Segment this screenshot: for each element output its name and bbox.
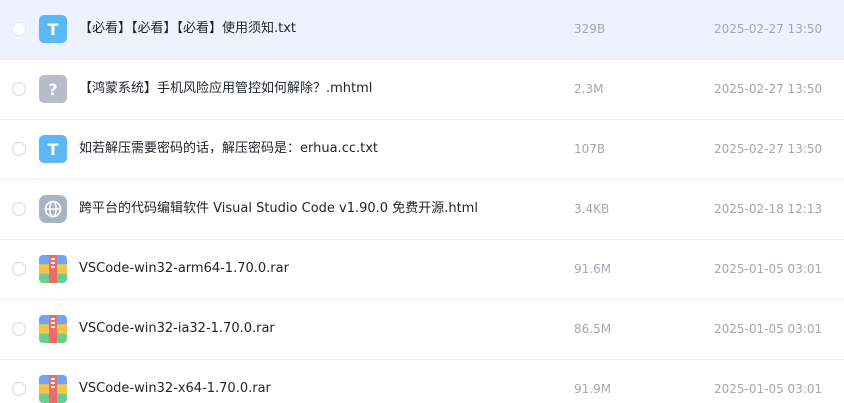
file-row-4[interactable]: VSCode-win32-arm64-1.70.0.rar 91.6M 2025… — [0, 240, 844, 300]
txt-file-icon-graphic: T — [39, 135, 67, 163]
file-date: 2025-02-27 13:50 — [714, 82, 823, 96]
row-checkbox[interactable] — [12, 142, 26, 156]
rar-archive-icon — [39, 255, 67, 283]
row-checkbox[interactable] — [12, 262, 26, 276]
file-row-6[interactable]: VSCode-win32-x64-1.70.0.rar 91.9M 2025-0… — [0, 360, 844, 403]
rar-archive-icon-graphic — [39, 255, 67, 283]
rar-archive-icon — [39, 315, 67, 343]
rar-archive-icon-graphic — [39, 375, 67, 403]
txt-file-icon-graphic: T — [39, 15, 67, 43]
row-checkbox[interactable] — [12, 202, 26, 216]
globe-icon — [39, 195, 67, 223]
file-name[interactable]: 跨平台的代码编辑软件 Visual Studio Code v1.90.0 免费… — [79, 200, 478, 218]
rar-archive-icon-graphic — [39, 315, 67, 343]
file-name[interactable]: 如若解压需要密码的话，解压密码是：erhua.cc.txt — [79, 140, 378, 158]
file-size: 107B — [574, 142, 606, 156]
unknown-icon-glyph: ? — [48, 80, 57, 99]
file-name[interactable]: VSCode-win32-ia32-1.70.0.rar — [79, 320, 275, 338]
txt-icon-glyph: T — [48, 140, 59, 159]
txt-file-icon: T — [39, 135, 67, 163]
file-date: 2025-01-05 03:01 — [714, 382, 823, 396]
file-date: 2025-02-27 13:50 — [714, 142, 823, 156]
file-size: 86.5M — [574, 322, 612, 336]
file-date: 2025-02-18 12:13 — [714, 202, 823, 216]
file-size: 91.6M — [574, 262, 612, 276]
file-size: 91.9M — [574, 382, 612, 396]
file-row-3[interactable]: 跨平台的代码编辑软件 Visual Studio Code v1.90.0 免费… — [0, 180, 844, 240]
file-name[interactable]: VSCode-win32-x64-1.70.0.rar — [79, 380, 271, 398]
txt-icon-glyph: T — [48, 20, 59, 39]
row-checkbox[interactable] — [12, 322, 26, 336]
txt-file-icon: T — [39, 15, 67, 43]
file-row-0[interactable]: T 【必看】【必看】【必看】使用须知.txt 329B 2025-02-27 1… — [0, 0, 844, 60]
html-file-icon — [39, 195, 67, 223]
file-date: 2025-01-05 03:01 — [714, 322, 823, 336]
unknown-file-icon: ? — [39, 75, 67, 103]
unknown-file-icon-graphic: ? — [39, 75, 67, 103]
file-date: 2025-01-05 03:01 — [714, 262, 823, 276]
file-name[interactable]: 【必看】【必看】【必看】使用须知.txt — [79, 20, 296, 38]
file-size: 3.4KB — [574, 202, 610, 216]
file-name[interactable]: 【鸿蒙系统】手机风险应用管控如何解除？.mhtml — [79, 80, 372, 98]
rar-archive-icon — [39, 375, 67, 403]
file-row-2[interactable]: T 如若解压需要密码的话，解压密码是：erhua.cc.txt 107B 202… — [0, 120, 844, 180]
file-date: 2025-02-27 13:50 — [714, 22, 823, 36]
row-checkbox[interactable] — [12, 22, 26, 36]
file-list: T 【必看】【必看】【必看】使用须知.txt 329B 2025-02-27 1… — [0, 0, 844, 403]
file-row-1[interactable]: ? 【鸿蒙系统】手机风险应用管控如何解除？.mhtml 2.3M 2025-02… — [0, 60, 844, 120]
row-checkbox[interactable] — [12, 82, 26, 96]
file-size: 2.3M — [574, 82, 604, 96]
file-name[interactable]: VSCode-win32-arm64-1.70.0.rar — [79, 260, 289, 278]
file-size: 329B — [574, 22, 606, 36]
row-checkbox[interactable] — [12, 382, 26, 396]
file-row-5[interactable]: VSCode-win32-ia32-1.70.0.rar 86.5M 2025-… — [0, 300, 844, 360]
